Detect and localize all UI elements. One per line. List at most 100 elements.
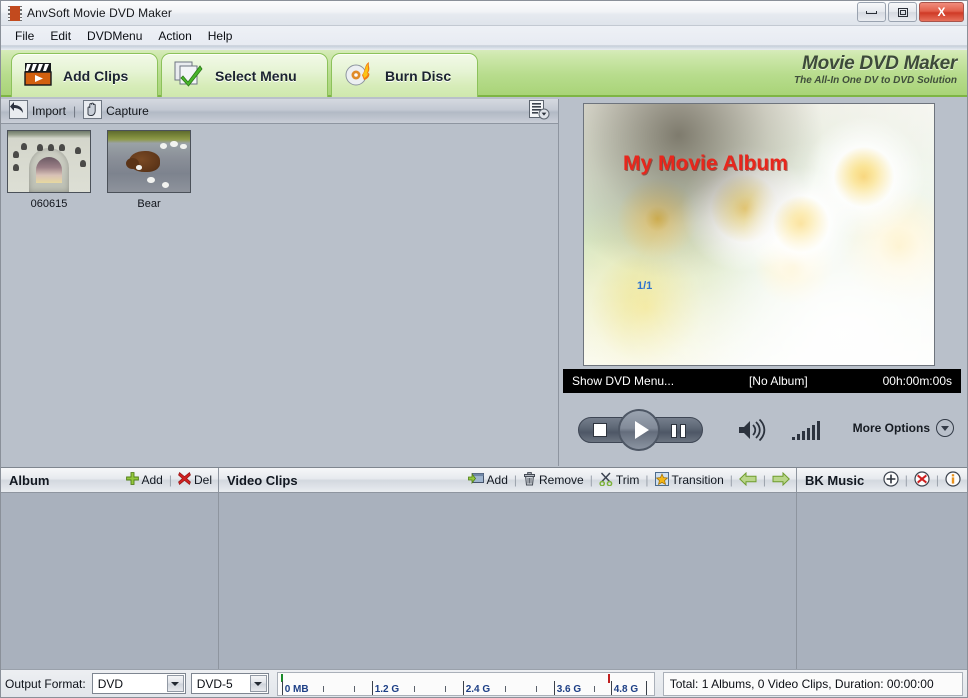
stop-icon[interactable] <box>593 423 607 437</box>
clips-next-button[interactable] <box>772 471 790 489</box>
play-button[interactable] <box>618 409 660 451</box>
arrow-left-icon <box>738 471 757 489</box>
tab-burn-disc[interactable]: Burn Disc <box>331 53 478 97</box>
bk-music-separator-1: | <box>904 473 908 487</box>
more-options-button[interactable]: More Options <box>853 419 954 437</box>
menu-bar: File Edit DVDMenu Action Help <box>1 26 967 46</box>
tab-select-menu[interactable]: Select Menu <box>161 53 328 97</box>
clips-transition-label: Transition <box>671 473 724 487</box>
bk-music-add-button[interactable] <box>883 470 899 490</box>
album-header-separator: | <box>168 473 172 487</box>
tab-select-menu-label: Select Menu <box>215 67 297 84</box>
capture-button[interactable]: Capture <box>83 100 149 122</box>
bk-music-panel-header: BK Music | | <box>797 468 967 493</box>
import-button[interactable]: Import <box>9 100 66 122</box>
bk-music-panel-title: BK Music <box>805 472 865 488</box>
plus-circle-icon <box>883 470 899 490</box>
main-toolbar: Add Clips Select Menu Burn Disc Movie DV… <box>1 46 967 97</box>
dvd-menu-preview[interactable]: My Movie Album 1/1 <box>583 103 935 366</box>
tab-burn-disc-label: Burn Disc <box>385 67 452 84</box>
clips-separator-5: | <box>762 473 766 487</box>
clips-remove-button[interactable]: Remove <box>523 471 584 489</box>
clips-prev-button[interactable] <box>738 471 757 489</box>
info-circle-icon <box>945 470 961 490</box>
x-red-icon <box>178 472 191 488</box>
album-del-label: Del <box>193 473 212 487</box>
thumbnail-item[interactable]: 060615 <box>7 130 91 210</box>
bk-music-info-button[interactable] <box>945 470 961 490</box>
clips-separator-2: | <box>589 473 593 487</box>
album-del-button[interactable]: Del <box>178 472 212 488</box>
output-format-value: DVD <box>97 676 124 691</box>
disc-type-select[interactable]: DVD-5 <box>190 673 269 694</box>
add-clip-icon <box>467 472 484 489</box>
ruler-label-3-6: 3.6 G <box>556 683 582 695</box>
brand-subtitle: The All-In One DV to DVD Solution <box>794 74 957 86</box>
album-panel-title: Album <box>9 472 50 488</box>
video-clips-panel-title: Video Clips <box>227 472 298 488</box>
speaker-icon[interactable] <box>737 418 767 442</box>
equalizer-icon[interactable] <box>792 420 820 440</box>
import-separator: | <box>73 104 77 118</box>
clips-trim-label: Trim <box>615 473 640 487</box>
view-options-button[interactable] <box>526 100 552 123</box>
clips-add-button[interactable]: Add <box>467 472 508 489</box>
clips-transition-button[interactable]: Transition <box>654 471 724 489</box>
menu-item-edit[interactable]: Edit <box>42 27 79 45</box>
application-window: AnvSoft Movie DVD Maker X File Edit DVDM… <box>0 0 968 698</box>
thumbnail-caption: 060615 <box>30 198 68 210</box>
x-circle-red-icon <box>914 470 930 490</box>
capture-label: Capture <box>106 104 149 118</box>
video-clips-panel-header: Video Clips Add | Remove | Trim | Transi… <box>219 468 797 493</box>
clips-trim-button[interactable]: Trim <box>599 471 640 489</box>
preview-status-bar: Show DVD Menu... [No Album] 00h:00m:00s <box>563 369 961 393</box>
thumbnail-list: 060615 Bear <box>1 124 557 466</box>
chevron-down-icon <box>166 675 184 692</box>
arrow-right-icon <box>772 471 790 489</box>
thumbnail-image-bear <box>107 130 191 193</box>
window-controls: X <box>857 2 964 22</box>
album-add-button[interactable]: Add <box>125 472 163 488</box>
preview-panel: My Movie Album 1/1 Show DVD Menu... [No … <box>560 99 967 466</box>
checkmark-pages-icon <box>174 61 204 90</box>
thumbnail-item[interactable]: Bear <box>107 130 191 210</box>
maximize-button[interactable] <box>888 2 917 22</box>
thumbnail-image-castle <box>7 130 91 193</box>
album-panel-body[interactable] <box>1 493 219 669</box>
bk-music-remove-button[interactable] <box>914 470 930 490</box>
menu-item-file[interactable]: File <box>7 27 42 45</box>
album-panel-header: Album Add | Del <box>1 468 219 493</box>
menu-item-action[interactable]: Action <box>150 27 199 45</box>
minimize-button[interactable] <box>857 2 886 22</box>
ruler-label-4-8: 4.8 G <box>613 683 639 695</box>
daisy-background-image <box>584 104 934 365</box>
clips-separator-4: | <box>729 473 733 487</box>
clapperboard-icon <box>24 62 52 89</box>
title-bar: AnvSoft Movie DVD Maker X <box>1 1 967 26</box>
clip-library-panel: Import | Capture 060615 Bear <box>1 99 559 466</box>
close-icon: X <box>937 5 946 19</box>
dvd-menu-title: My Movie Album <box>623 152 788 175</box>
capacity-end-marker <box>607 673 610 683</box>
scissors-icon <box>599 471 613 489</box>
output-format-select[interactable]: DVD <box>91 673 186 694</box>
close-button[interactable]: X <box>919 2 964 22</box>
menu-item-help[interactable]: Help <box>200 27 241 45</box>
bottom-panels: Album Add | Del Video Clips Add | Remove… <box>1 467 967 669</box>
chevron-down-icon <box>249 675 267 692</box>
video-clips-panel-body[interactable] <box>219 493 797 669</box>
list-view-options-icon <box>528 100 550 123</box>
preview-status-time: 00h:00m:00s <box>882 374 952 388</box>
more-options-label: More Options <box>852 421 930 435</box>
trash-icon <box>523 471 536 489</box>
menu-item-dvdmenu[interactable]: DVDMenu <box>79 27 150 45</box>
ruler-label-0: 0 MB <box>284 683 309 695</box>
import-arrow-icon <box>9 100 28 122</box>
tab-add-clips[interactable]: Add Clips <box>11 53 158 97</box>
bk-music-panel-body[interactable] <box>797 493 967 669</box>
thumbnail-caption: Bear <box>137 198 161 210</box>
brand-title: Movie DVD Maker <box>802 53 957 74</box>
clips-add-label: Add <box>486 473 508 487</box>
pause-icon[interactable] <box>671 424 686 438</box>
disc-type-value: DVD-5 <box>196 676 233 691</box>
